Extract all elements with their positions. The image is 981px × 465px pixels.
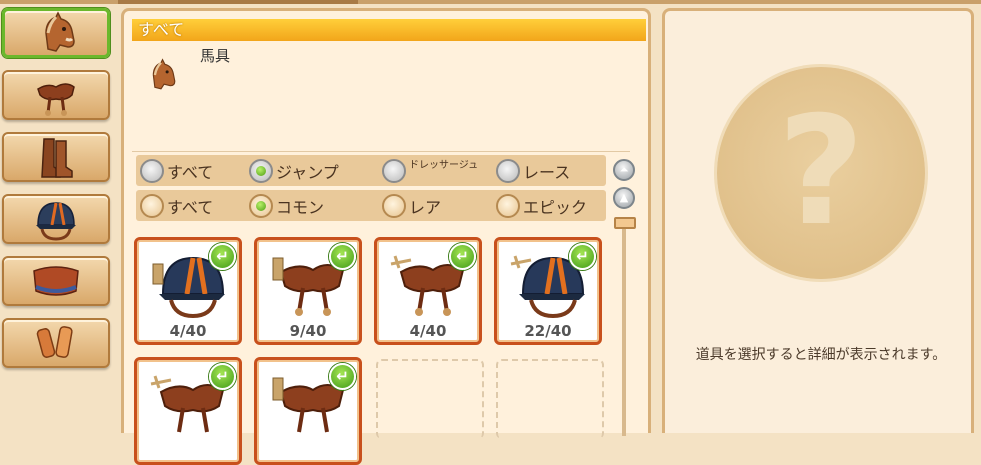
radio-icon — [496, 193, 520, 218]
radio-selected-icon — [249, 158, 273, 183]
arrow-return-icon: ↵ — [576, 247, 589, 265]
panel-title: すべて — [132, 19, 646, 41]
radio-icon — [140, 158, 164, 183]
item-count: 22/40 — [524, 322, 572, 340]
double-chevron-up-icon: ⏶ — [619, 163, 629, 176]
filter-rarity-all[interactable]: すべて — [140, 193, 213, 218]
helmet-icon — [36, 202, 76, 241]
boots-icon — [41, 138, 73, 178]
filter-rarity-epic[interactable]: エピック — [496, 193, 587, 218]
category-button-horse[interactable] — [2, 8, 110, 58]
category-button-boots[interactable] — [2, 132, 110, 182]
item-slot[interactable]: ↵ — [134, 357, 242, 465]
arrow-return-icon: ↵ — [336, 247, 349, 265]
item-slot[interactable]: ↵ 9/40 — [254, 237, 362, 345]
item-slot[interactable]: ↵ 4/40 — [374, 237, 482, 345]
empty-item-slot — [376, 359, 484, 439]
scroll-up-button[interactable]: ▲ — [613, 187, 635, 209]
radio-icon — [382, 158, 406, 183]
category-button-saddle-pad[interactable] — [2, 256, 110, 306]
saddle-icon — [37, 83, 75, 116]
arrow-return-icon: ↵ — [456, 247, 469, 265]
item-slot[interactable]: ↵ — [254, 357, 362, 465]
equip-badge[interactable]: ↵ — [569, 243, 596, 270]
category-sidebar — [0, 4, 118, 433]
scroll-to-top-button[interactable]: ⏶ — [613, 159, 635, 181]
top-tab-segment — [118, 0, 358, 4]
filter-label: ドレッサージュ — [409, 160, 479, 171]
arrow-return-icon: ↵ — [216, 247, 229, 265]
filter-discipline-race[interactable]: レース — [496, 158, 570, 183]
scrollbar-thumb[interactable] — [614, 217, 636, 229]
scrollbar-track[interactable] — [622, 227, 626, 436]
item-count: 9/40 — [289, 322, 327, 340]
filter-label: すべて — [167, 197, 214, 217]
equip-badge[interactable]: ↵ — [449, 243, 476, 270]
rarity-filter-row: すべて コモン レア エピック — [136, 190, 606, 221]
filter-label: レア — [409, 197, 442, 217]
filter-rarity-rare[interactable]: レア — [382, 193, 441, 218]
item-slot[interactable]: ↵ 4/40 — [134, 237, 242, 345]
arrow-return-icon: ↵ — [216, 367, 229, 385]
horse-head-icon — [152, 58, 176, 90]
empty-item-slot — [496, 359, 604, 439]
leg-wraps-icon — [36, 326, 73, 358]
divider — [132, 151, 630, 152]
equip-badge[interactable]: ↵ — [209, 243, 236, 270]
item-count: 4/40 — [409, 322, 447, 340]
question-mark-icon: ? — [777, 85, 865, 259]
radio-icon — [382, 193, 406, 218]
filter-discipline-all[interactable]: すべて — [140, 158, 213, 183]
inventory-panel: すべて 馬具 すべて ジャンプ ドレッサージュ レース すべて コモン レア エ… — [121, 8, 651, 465]
top-strip — [0, 0, 981, 4]
category-button-helmet[interactable] — [2, 194, 110, 244]
filter-label: エピック — [523, 197, 588, 217]
section-label: 馬具 — [200, 47, 231, 65]
horse-head-icon — [45, 11, 75, 52]
arrow-return-icon: ↵ — [336, 367, 349, 385]
filter-rarity-common[interactable]: コモン — [249, 193, 324, 218]
filter-discipline-jump[interactable]: ジャンプ — [249, 158, 339, 183]
category-button-leg-wraps[interactable] — [2, 318, 110, 368]
item-preview-placeholder: ? — [717, 67, 925, 279]
equip-badge[interactable]: ↵ — [329, 363, 356, 390]
equip-badge[interactable]: ↵ — [209, 363, 236, 390]
saddle-pad-icon — [33, 266, 79, 296]
filter-label: ジャンプ — [276, 162, 339, 182]
item-slot[interactable]: ↵ 22/40 — [494, 237, 602, 345]
filter-label: コモン — [276, 197, 325, 217]
category-button-saddle[interactable] — [2, 70, 110, 120]
filter-label: レース — [523, 162, 571, 182]
radio-icon — [140, 193, 164, 218]
filter-label: すべて — [167, 162, 214, 182]
radio-icon — [496, 158, 520, 183]
detail-hint-text: 道具を選択すると詳細が表示されます。 — [695, 347, 947, 363]
item-count: 4/40 — [169, 322, 207, 340]
discipline-filter-row: すべて ジャンプ ドレッサージュ レース — [136, 155, 606, 186]
detail-panel: ? 道具を選択すると詳細が表示されます。 — [662, 8, 974, 433]
chevron-up-icon: ▲ — [619, 191, 629, 204]
filter-discipline-dressage[interactable]: ドレッサージュ — [382, 158, 478, 183]
radio-selected-icon — [249, 193, 273, 218]
equip-badge[interactable]: ↵ — [329, 243, 356, 270]
